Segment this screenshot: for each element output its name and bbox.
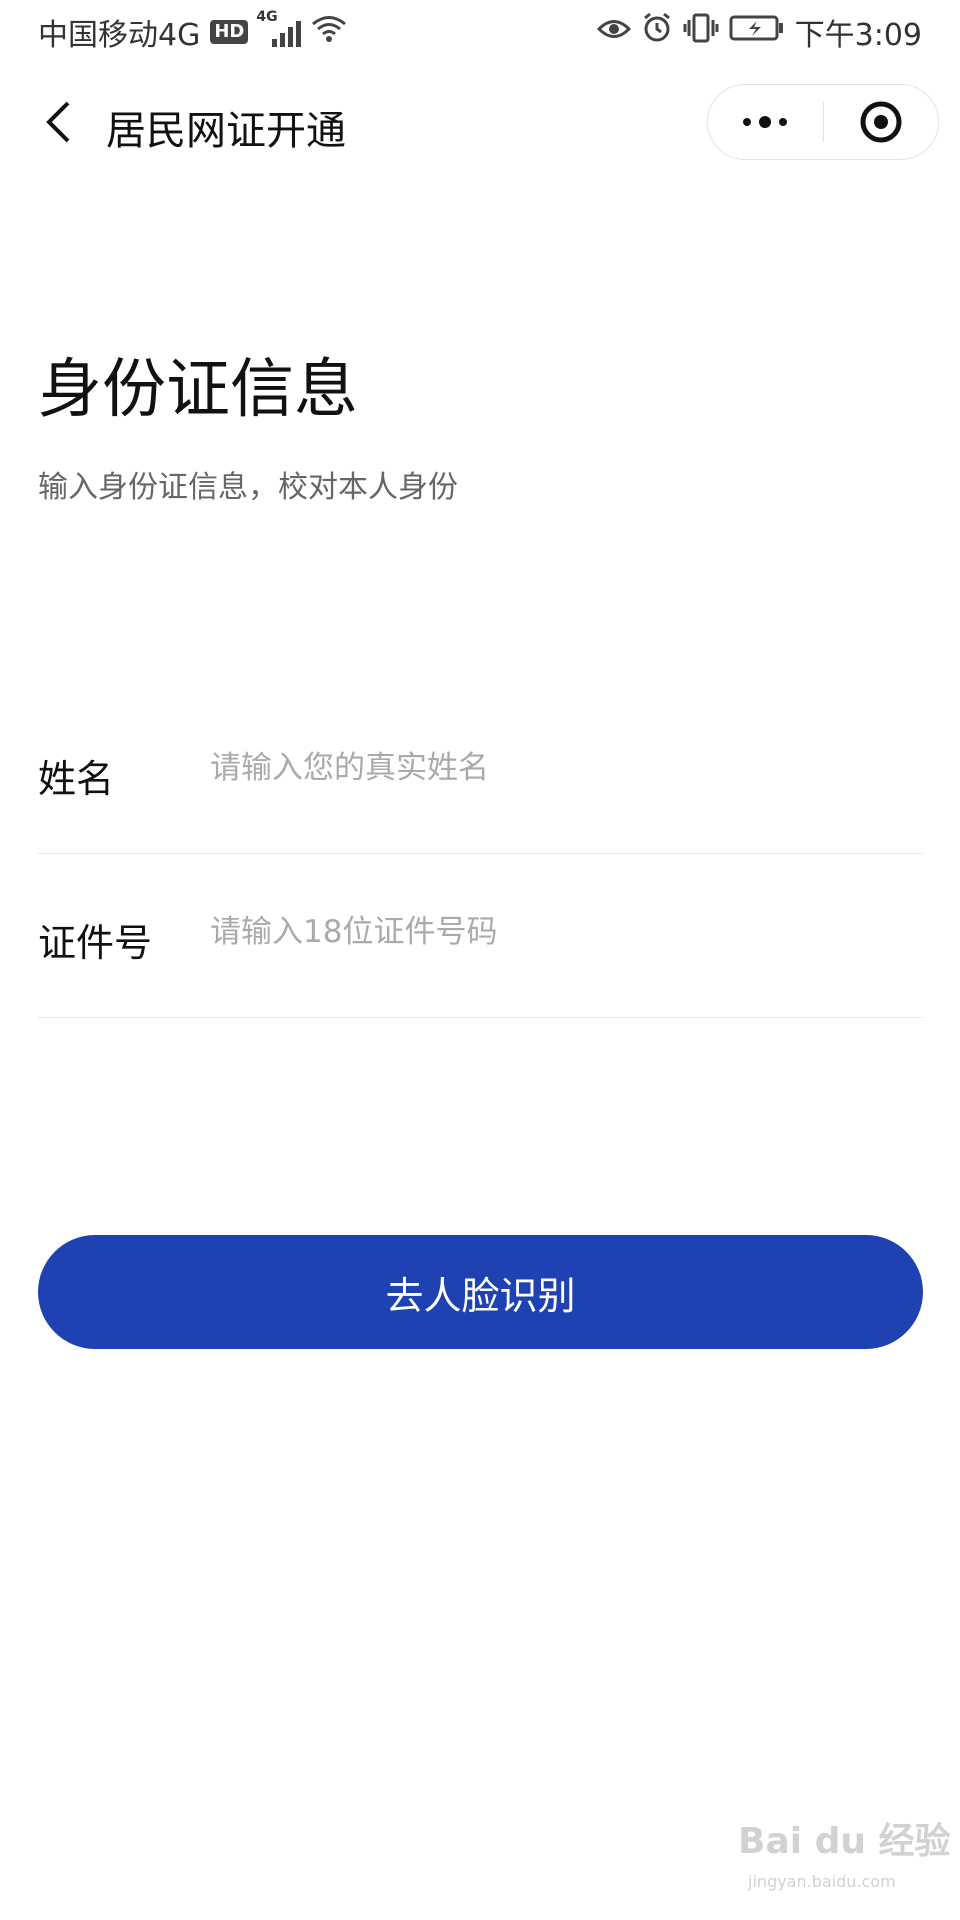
more-dots-icon[interactable] (708, 84, 823, 160)
hd-badge: HD (210, 20, 249, 44)
battery-icon (729, 14, 785, 50)
eye-icon (596, 15, 631, 50)
id-number-label: 证件号 (38, 921, 153, 965)
nav-title: 居民网证开通 (106, 108, 346, 154)
id-number-row: 证件号 (38, 854, 923, 1018)
carrier-label: 中国移动4G (38, 18, 201, 53)
name-input[interactable] (210, 738, 910, 798)
target-circle-icon[interactable] (824, 84, 939, 160)
status-bar-right: 下午3:09 (596, 10, 922, 54)
baidu-watermark: Bai du 经验 (738, 1821, 951, 1862)
page: 中国移动4G HD 4G 下午3:09 居民网证开通 身份证信息 输入身份证信息… (0, 0, 960, 1920)
signal-network-label: 4G (256, 9, 278, 25)
baidu-watermark-url: jingyan.baidu.com (748, 1872, 896, 1891)
nav-bar: 居民网证开通 (0, 80, 960, 164)
page-title: 身份证信息 (38, 353, 358, 427)
id-number-input[interactable] (210, 902, 910, 962)
alarm-icon (641, 12, 673, 52)
page-subtitle: 输入身份证信息，校对本人身份 (38, 470, 458, 505)
signal-icon: 4G (256, 9, 302, 47)
status-bar: 中国移动4G HD 4G 下午3:09 (0, 0, 960, 64)
name-row: 姓名 (38, 690, 923, 854)
status-time: 下午3:09 (794, 18, 922, 53)
mini-program-capsule (707, 84, 939, 160)
wifi-icon (311, 13, 347, 51)
vibrate-icon (683, 12, 719, 52)
name-label: 姓名 (38, 757, 115, 801)
chevron-left-icon[interactable] (30, 94, 86, 150)
face-recognition-button[interactable]: 去人脸识别 (38, 1235, 923, 1349)
status-bar-left: 中国移动4G HD 4G (38, 9, 347, 54)
